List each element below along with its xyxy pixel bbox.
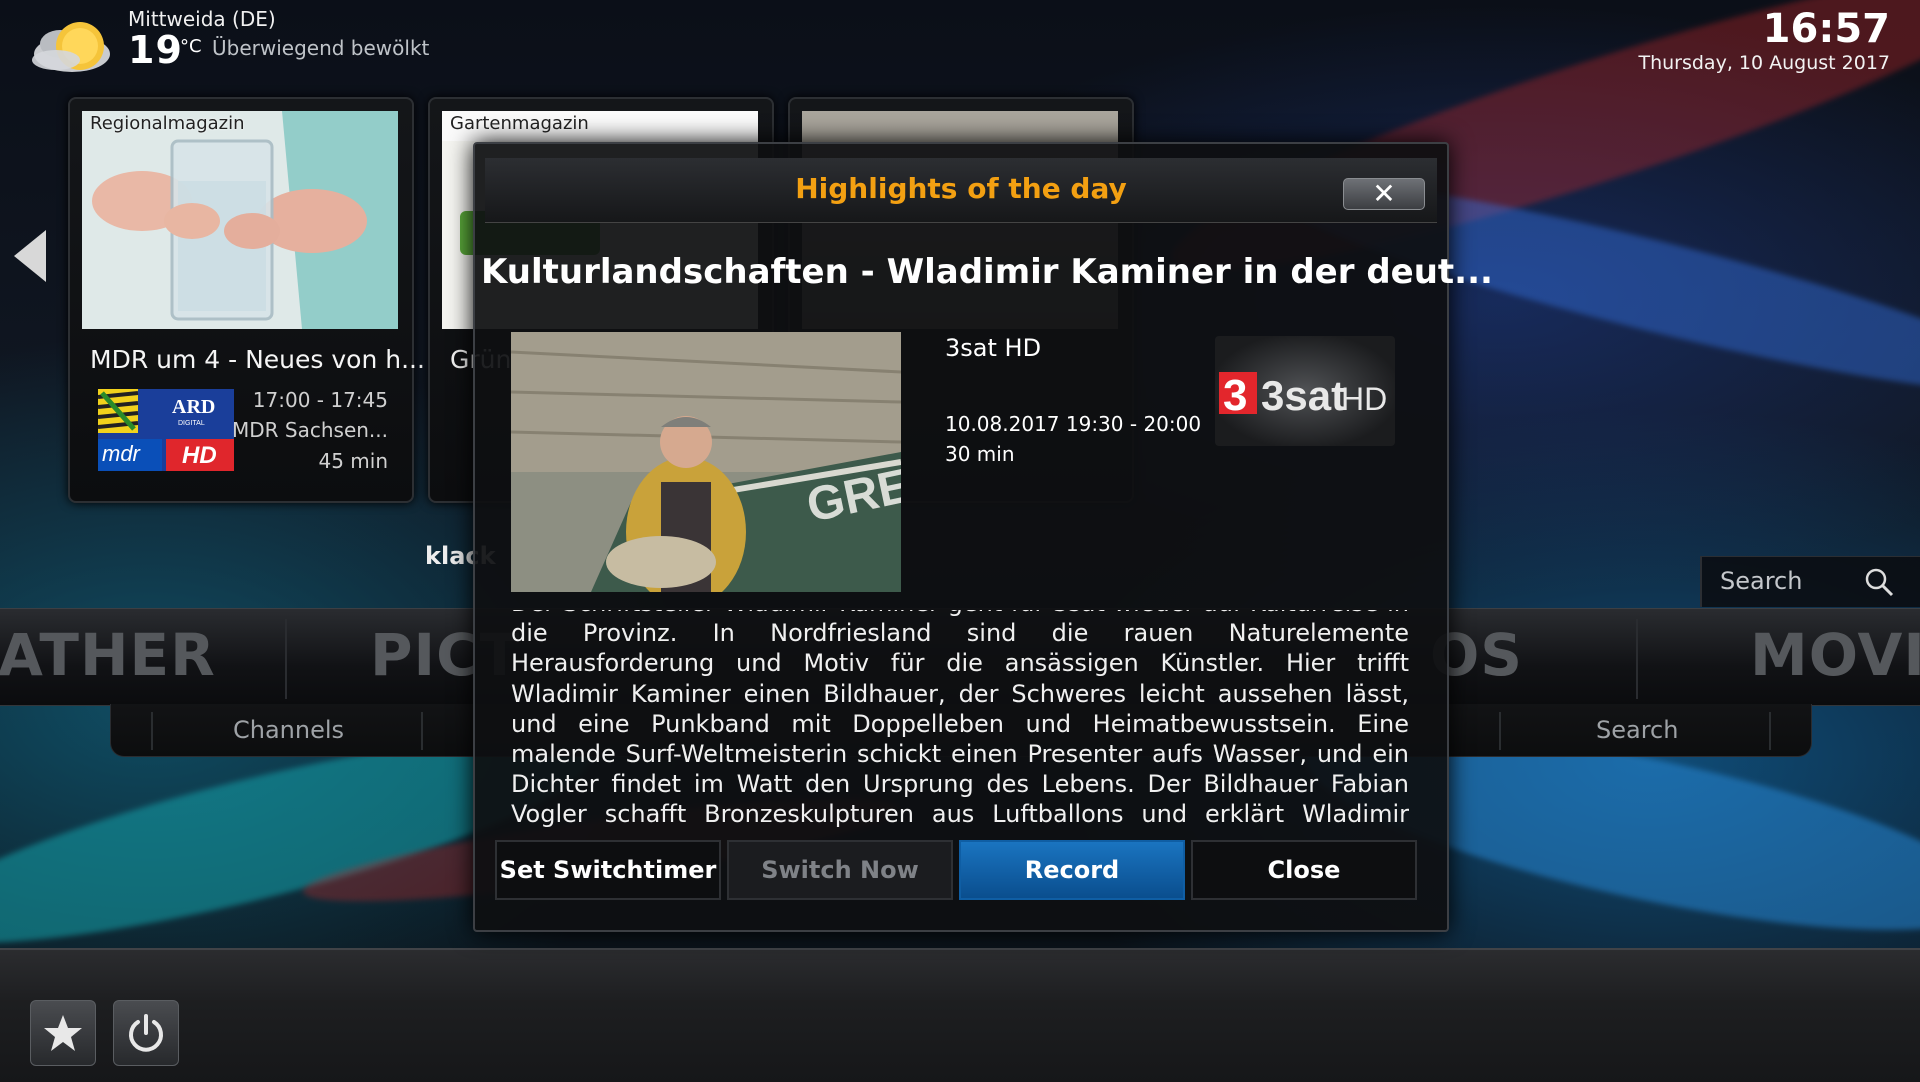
search-icon: [1865, 568, 1894, 597]
water-glass-image: [82, 111, 398, 329]
programme-image: GRE: [511, 332, 901, 592]
menu-divider: [1636, 619, 1638, 699]
programme-title: Kulturlandschaften - Wladimir Kaminer in…: [481, 252, 1493, 292]
programme-duration: 30 min: [945, 442, 1015, 466]
tile-genre: Regionalmagazin: [90, 113, 245, 134]
channel-logo-name: 3sat: [1261, 372, 1345, 419]
ard-mdr-hd-logo: ARD DIGITAL mdr HD: [97, 389, 234, 471]
menu-divider: [285, 619, 287, 699]
power-icon: [129, 1014, 163, 1052]
programme-plot[interactable]: Der Schriftsteller Wladimir Kaminer geht…: [511, 610, 1409, 832]
clock-date: Thursday, 10 August 2017: [1638, 52, 1890, 74]
partly-cloudy-icon: [32, 22, 110, 72]
submenu-divider: [421, 712, 423, 750]
search-box[interactable]: Search: [1700, 556, 1920, 607]
ard-logo-sub: DIGITAL: [178, 420, 205, 427]
tile-title: MDR um 4 - Neues von h...: [90, 345, 425, 374]
programme-channel: 3sat HD: [945, 334, 1042, 362]
record-button[interactable]: Record: [959, 840, 1185, 900]
dialog-heading: Highlights of the day: [795, 172, 1127, 205]
favourites-button[interactable]: [30, 1000, 96, 1066]
svg-text:3: 3: [1223, 371, 1247, 420]
plot-text: Der Schriftsteller Wladimir Kaminer geht…: [511, 610, 1409, 832]
submenu-channels[interactable]: Channels: [233, 716, 344, 744]
programme-thumbnail: GRE: [511, 332, 901, 592]
power-button[interactable]: [113, 1000, 179, 1066]
mdr-logo-text: mdr: [102, 441, 142, 466]
tile-channel: MDR Sachsen...: [231, 418, 388, 442]
tile-thumbnail: Regionalmagazin: [82, 111, 398, 329]
tile-duration: 45 min: [318, 449, 388, 473]
weather-temperature: 19: [128, 28, 183, 72]
close-button[interactable]: Close: [1191, 840, 1417, 900]
set-switchtimer-button[interactable]: Set Switchtimer: [495, 840, 721, 900]
weather-unit: °C: [180, 36, 202, 57]
hd-logo-text: HD: [182, 442, 217, 469]
submenu-divider: [1769, 712, 1771, 750]
star-icon: [44, 1015, 82, 1051]
programme-datetime: 10.08.2017 19:30 - 20:00: [945, 412, 1202, 436]
ard-logo-text: ARD: [172, 396, 215, 418]
tile-time: 17:00 - 17:45: [252, 388, 388, 412]
tile-genre: Gartenmagazin: [450, 113, 589, 134]
search-label: Search: [1720, 567, 1803, 595]
submenu-divider: [151, 712, 153, 750]
dialog-header: Highlights of the day ✕: [485, 158, 1437, 223]
menu-item-movies[interactable]: MOVIE: [1750, 621, 1920, 689]
menu-item-weather[interactable]: ATHER: [0, 621, 216, 689]
bottom-bar: [0, 948, 1920, 1082]
clock-time: 16:57: [1762, 6, 1890, 52]
programme-info-dialog: Highlights of the day ✕ Kulturlandschaft…: [473, 142, 1493, 932]
submenu-search[interactable]: Search: [1596, 716, 1678, 744]
scroll-left-arrow[interactable]: [14, 230, 46, 282]
submenu-divider: [1499, 712, 1501, 750]
channel-logo: 3 3sat HD: [1215, 336, 1395, 446]
switch-now-button[interactable]: Switch Now: [727, 840, 953, 900]
close-icon[interactable]: ✕: [1343, 178, 1425, 210]
weather-condition: Überwiegend bewölkt: [212, 36, 430, 60]
highlight-tile[interactable]: Regionalmagazin MDR um 4 - Neues von h..…: [68, 97, 425, 503]
channel-logo-hd: HD: [1341, 381, 1387, 417]
